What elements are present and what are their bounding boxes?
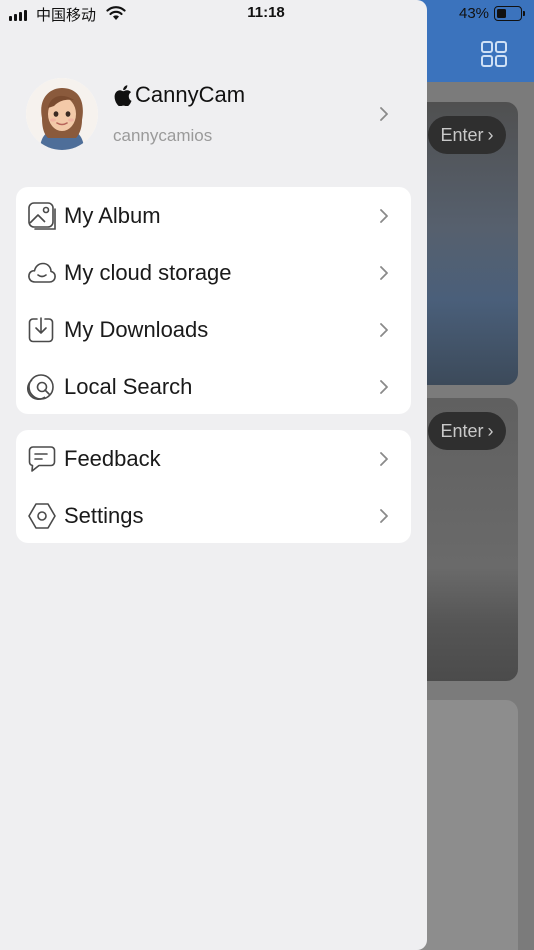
profile-name-label: CannyCam: [135, 82, 246, 107]
clock: 11:18: [0, 4, 534, 21]
enter-label: Enter: [440, 420, 484, 441]
download-icon: [28, 317, 54, 343]
chevron-right-icon: [380, 509, 388, 523]
chevron-right-icon: ›: [487, 420, 494, 441]
profile-row[interactable]: CannyCam cannycamios: [0, 70, 427, 160]
menu-item-label: My Album: [64, 202, 161, 228]
menu-item-label: Feedback: [64, 445, 161, 471]
chevron-right-icon: [380, 380, 388, 394]
grid-view-icon[interactable]: [480, 40, 508, 68]
menu-item-label: My Downloads: [64, 316, 209, 342]
battery-icon: [494, 6, 522, 21]
status-bar: 中国移动 11:18 43%: [0, 0, 534, 28]
enter-label: Enter: [440, 124, 484, 145]
settings-icon: [28, 503, 56, 529]
profile-username: cannycamios: [113, 126, 213, 145]
menu-item-label: Local Search: [64, 373, 193, 399]
cloud-icon: [28, 262, 56, 283]
battery-cap: [523, 11, 525, 16]
chevron-right-icon: [380, 323, 388, 337]
menu-item-settings[interactable]: Settings: [16, 487, 411, 544]
menu-item-cloud-storage[interactable]: My cloud storage: [16, 244, 411, 301]
menu-item-local-search[interactable]: Local Search: [16, 358, 411, 415]
chevron-right-icon: [380, 452, 388, 466]
menu-group-secondary: Feedback Settings: [16, 430, 411, 543]
menu-item-my-downloads[interactable]: My Downloads: [16, 301, 411, 358]
battery-level: [497, 9, 506, 18]
side-drawer: CannyCam cannycamios My Album My cloud s…: [0, 0, 427, 950]
enter-button[interactable]: Enter ›: [428, 116, 506, 154]
chevron-right-icon: [380, 107, 388, 121]
local-search-icon: [27, 374, 54, 400]
menu-group-main: My Album My cloud storage My Downloads L…: [16, 187, 411, 414]
menu-item-label: My cloud storage: [64, 259, 232, 285]
enter-button[interactable]: Enter ›: [428, 412, 506, 450]
apple-icon: [114, 84, 132, 106]
menu-item-label: Settings: [64, 502, 144, 528]
menu-item-feedback[interactable]: Feedback: [16, 430, 411, 487]
chevron-right-icon: [380, 266, 388, 280]
album-icon: [28, 202, 56, 230]
chevron-right-icon: ›: [487, 124, 494, 145]
menu-item-my-album[interactable]: My Album: [16, 187, 411, 244]
avatar[interactable]: [26, 78, 98, 150]
feedback-icon: [28, 446, 56, 472]
chevron-right-icon: [380, 209, 388, 223]
battery-percent: 43%: [459, 5, 490, 22]
girl-avatar-icon: [26, 78, 98, 150]
time-label: 11:18: [247, 4, 285, 21]
profile-name: CannyCam: [114, 82, 245, 108]
